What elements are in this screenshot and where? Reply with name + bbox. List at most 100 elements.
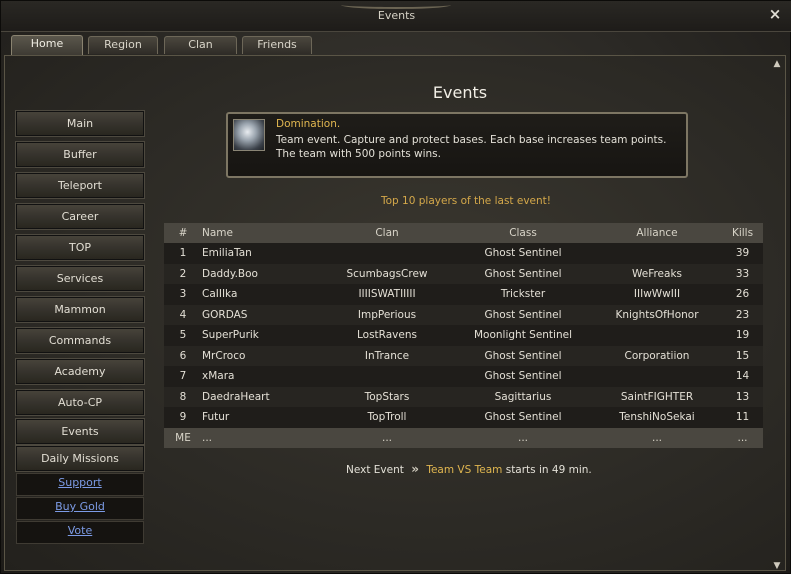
table-row: 4 GORDAS ImpPerious Ghost Sentinel Knigh… (164, 304, 763, 325)
sidebar-button-events[interactable]: Events (15, 418, 145, 445)
cell-rank: 7 (164, 366, 202, 387)
cell-rank: 5 (164, 325, 202, 346)
title-ornament (341, 1, 451, 9)
cell-class: Sagittarius (454, 386, 592, 407)
sidebar-button-top[interactable]: TOP (15, 234, 145, 261)
table-row: 2 Daddy.Boo ScumbagsCrew Ghost Sentinel … (164, 263, 763, 284)
sidebar-button-services[interactable]: Services (15, 265, 145, 292)
cell-clan: ImpPerious (320, 304, 454, 325)
cell-class: Ghost Sentinel (454, 407, 592, 428)
cell-rank: 2 (164, 263, 202, 284)
close-icon[interactable]: × (768, 7, 782, 22)
sidebar-button-mammon[interactable]: Mammon (15, 296, 145, 323)
cell-rank: 8 (164, 386, 202, 407)
sidebar-button-teleport[interactable]: Teleport (15, 172, 145, 199)
cell-class: Ghost Sentinel (454, 366, 592, 387)
window-title: Events (377, 9, 416, 22)
cell-rank: 1 (164, 243, 202, 264)
scroll-up-icon[interactable]: ▲ (772, 59, 782, 69)
sidebar-button-daily-missions[interactable]: Daily Missions (15, 445, 145, 472)
cell-rank: ME (164, 427, 202, 448)
cell-clan: TopTroll (320, 407, 454, 428)
sidebar-button-buffer[interactable]: Buffer (15, 141, 145, 168)
cell-rank: 6 (164, 345, 202, 366)
cell-clan: InTrance (320, 345, 454, 366)
event-description: Team event. Capture and protect bases. E… (276, 134, 667, 160)
table-row: 8 DaedraHeart TopStars Sagittarius Saint… (164, 386, 763, 407)
tab-region[interactable]: Region (88, 36, 158, 54)
tab-clan[interactable]: Clan (164, 36, 237, 54)
top-players-subtitle: Top 10 players of the last event! (381, 195, 551, 207)
cell-kills: 33 (722, 263, 763, 284)
double-arrow-icon: » (411, 462, 419, 476)
cell-alliance: Corporatiion (592, 345, 722, 366)
cell-name: MrCroco (202, 345, 320, 366)
cell-name: Futur (202, 407, 320, 428)
column-header-alliance: Alliance (592, 223, 722, 243)
cell-class: Ghost Sentinel (454, 304, 592, 325)
sidebar-button-commands[interactable]: Commands (15, 327, 145, 354)
buy-gold-link[interactable]: Buy Gold (17, 499, 143, 514)
column-header-name: Name (202, 223, 320, 243)
cell-kills: 11 (722, 407, 763, 428)
cell-clan: TopStars (320, 386, 454, 407)
page-heading: Events (432, 83, 488, 102)
title-bar[interactable]: Events × (1, 1, 791, 32)
cell-clan (320, 366, 454, 387)
event-name: Domination. (276, 118, 341, 130)
cell-name: CaIIIka (202, 284, 320, 305)
cell-alliance: SaintFIGHTER (592, 386, 722, 407)
cell-clan: LostRavens (320, 325, 454, 346)
cell-class: Moonlight Sentinel (454, 325, 592, 346)
cell-kills: 13 (722, 386, 763, 407)
cell-clan: ScumbagsCrew (320, 263, 454, 284)
sidebar-button-auto-cp[interactable]: Auto-CP (15, 389, 145, 416)
vote-link[interactable]: Vote (17, 523, 143, 538)
table-row: 9 Futur TopTroll Ghost Sentinel TenshiNo… (164, 407, 763, 428)
sidebar-button-main[interactable]: Main (15, 110, 145, 137)
cell-name: xMara (202, 366, 320, 387)
vote-link-box: Vote (16, 521, 144, 544)
cell-alliance: IIIwWwIII (592, 284, 722, 305)
table-row: 6 MrCroco InTrance Ghost Sentinel Corpor… (164, 345, 763, 366)
support-link[interactable]: Support (17, 475, 143, 490)
cell-name: DaedraHeart (202, 386, 320, 407)
cell-name: SuperPurik (202, 325, 320, 346)
column-header-clan: Clan (320, 223, 454, 243)
table-row: 1 EmiliaTan Ghost Sentinel 39 (164, 243, 763, 264)
cell-clan: IIIISWATIIIII (320, 284, 454, 305)
tab-friends[interactable]: Friends (242, 36, 312, 54)
cell-rank: 3 (164, 284, 202, 305)
sidebar-button-academy[interactable]: Academy (15, 358, 145, 385)
table-row-me: ME ... ... ... ... ... (164, 427, 763, 448)
cell-class: Ghost Sentinel (454, 243, 592, 264)
cell-rank: 9 (164, 407, 202, 428)
tab-home[interactable]: Home (11, 35, 83, 56)
events-window: Events × Home Region Clan Friends ▲ ▼ Ma… (0, 0, 791, 574)
cell-kills: 26 (722, 284, 763, 305)
event-info-box: Domination. Team event. Capture and prot… (226, 112, 688, 178)
cell-alliance: ... (592, 427, 722, 448)
next-event-line: Next Event » Team VS Team starts in 49 m… (346, 462, 592, 476)
table-row: 3 CaIIIka IIIISWATIIIII Trickster IIIwWw… (164, 284, 763, 305)
event-icon (233, 119, 265, 151)
cell-kills: 15 (722, 345, 763, 366)
cell-name: GORDAS (202, 304, 320, 325)
next-event-countdown: starts in 49 min. (505, 464, 592, 476)
table-row: 5 SuperPurik LostRavens Moonlight Sentin… (164, 325, 763, 346)
cell-rank: 4 (164, 304, 202, 325)
table-row: 7 xMara Ghost Sentinel 14 (164, 366, 763, 387)
sidebar-button-career[interactable]: Career (15, 203, 145, 230)
cell-alliance (592, 243, 722, 264)
cell-name: EmiliaTan (202, 243, 320, 264)
cell-name: ... (202, 427, 320, 448)
cell-alliance (592, 366, 722, 387)
cell-kills: ... (722, 427, 763, 448)
cell-clan (320, 243, 454, 264)
column-header-rank: # (164, 223, 202, 243)
next-event-name: Team VS Team (426, 464, 503, 476)
cell-class: Ghost Sentinel (454, 263, 592, 284)
scroll-down-icon[interactable]: ▼ (772, 561, 782, 571)
cell-clan: ... (320, 427, 454, 448)
cell-name: Daddy.Boo (202, 263, 320, 284)
